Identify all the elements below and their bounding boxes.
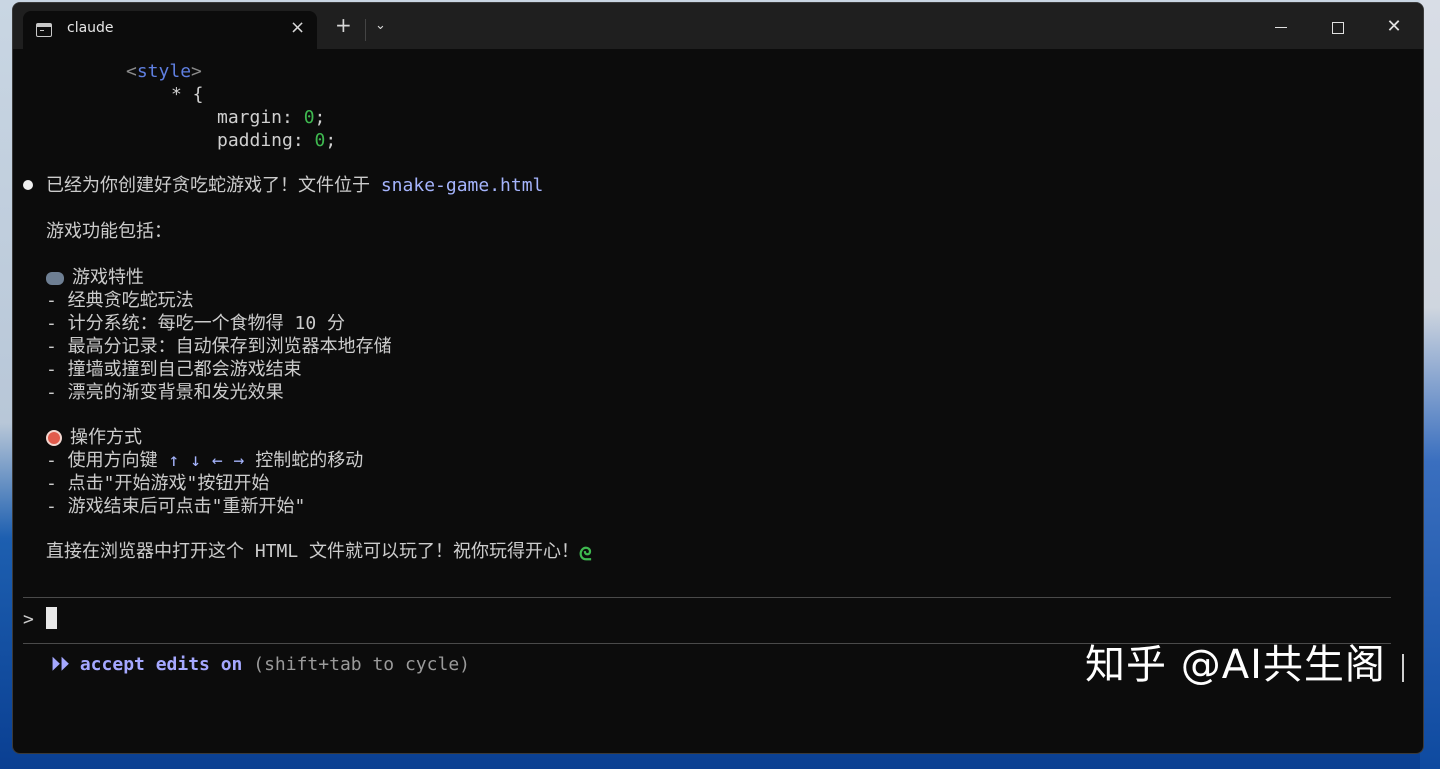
list-item: - 点击"开始游戏"按钮开始: [46, 473, 270, 494]
watermark: 知乎 @AI共生阁: [1085, 642, 1386, 688]
filename-link: snake-game.html: [380, 175, 544, 196]
minimize-icon: [1275, 27, 1287, 28]
code-selector: * {: [171, 84, 204, 105]
tab-claude[interactable]: claude ×: [23, 11, 317, 49]
cycle-hint: (shift+tab to cycle): [253, 654, 470, 675]
accept-edits-arrows-icon: ⏵⏵: [51, 654, 69, 675]
minimize-button[interactable]: [1258, 12, 1304, 42]
snake-icon: ᘓ: [579, 544, 592, 565]
list-item: - 漂亮的渐变背景和发光效果: [46, 382, 284, 403]
title-bar: claude × + ⌄ ✕: [13, 3, 1423, 49]
section1-title: 游戏特性: [46, 267, 144, 289]
terminal-icon: [36, 23, 52, 37]
list-item: - 最高分记录：自动保存到浏览器本地存储: [46, 336, 392, 357]
list-item: - 游戏结束后可点击"重新开始": [46, 496, 306, 517]
tab-close-icon[interactable]: ×: [290, 17, 305, 38]
input-cursor[interactable]: [46, 607, 57, 629]
tab-separator: [365, 19, 366, 41]
new-tab-button[interactable]: +: [335, 15, 352, 35]
status-line: ⏵⏵ accept edits on (shift+tab to cycle): [51, 654, 470, 676]
code-padding: padding: 0;: [217, 130, 337, 151]
code-style-tag: <style>: [126, 61, 202, 82]
close-window-button[interactable]: ✕: [1371, 12, 1417, 42]
tab-title: claude: [67, 20, 114, 36]
chevron-down-icon[interactable]: ⌄: [375, 18, 386, 33]
closing-line: 直接在浏览器中打开这个 HTML 文件就可以玩了！祝你玩得开心！ᘓ: [46, 541, 597, 565]
game-controller-icon: [46, 271, 64, 285]
list-item: - 撞墙或撞到自己都会游戏结束: [46, 359, 302, 380]
maximize-icon: [1332, 21, 1344, 34]
target-icon: [46, 430, 62, 446]
list-item: - 计分系统：每吃一个食物得 10 分: [46, 313, 346, 334]
list-item: - 经典贪吃蛇玩法: [46, 290, 194, 311]
arrow-keys: ↑ ↓ ← →: [168, 450, 245, 471]
message-intro: 已经为你创建好贪吃蛇游戏了！文件位于 snake-game.html: [46, 175, 544, 196]
prompt-symbol: >: [23, 609, 34, 630]
features-heading: 游戏功能包括：: [46, 221, 172, 242]
list-item: - 使用方向键 ↑ ↓ ← → 控制蛇的移动: [46, 450, 364, 471]
caret-mark: [1402, 654, 1404, 682]
message-bullet: [23, 180, 33, 190]
accept-edits-mode: accept edits on: [79, 654, 243, 675]
input-top-divider: [23, 597, 1391, 598]
code-margin: margin: 0;: [217, 107, 326, 128]
section2-title: 操作方式: [46, 427, 142, 449]
maximize-button[interactable]: [1315, 12, 1361, 42]
